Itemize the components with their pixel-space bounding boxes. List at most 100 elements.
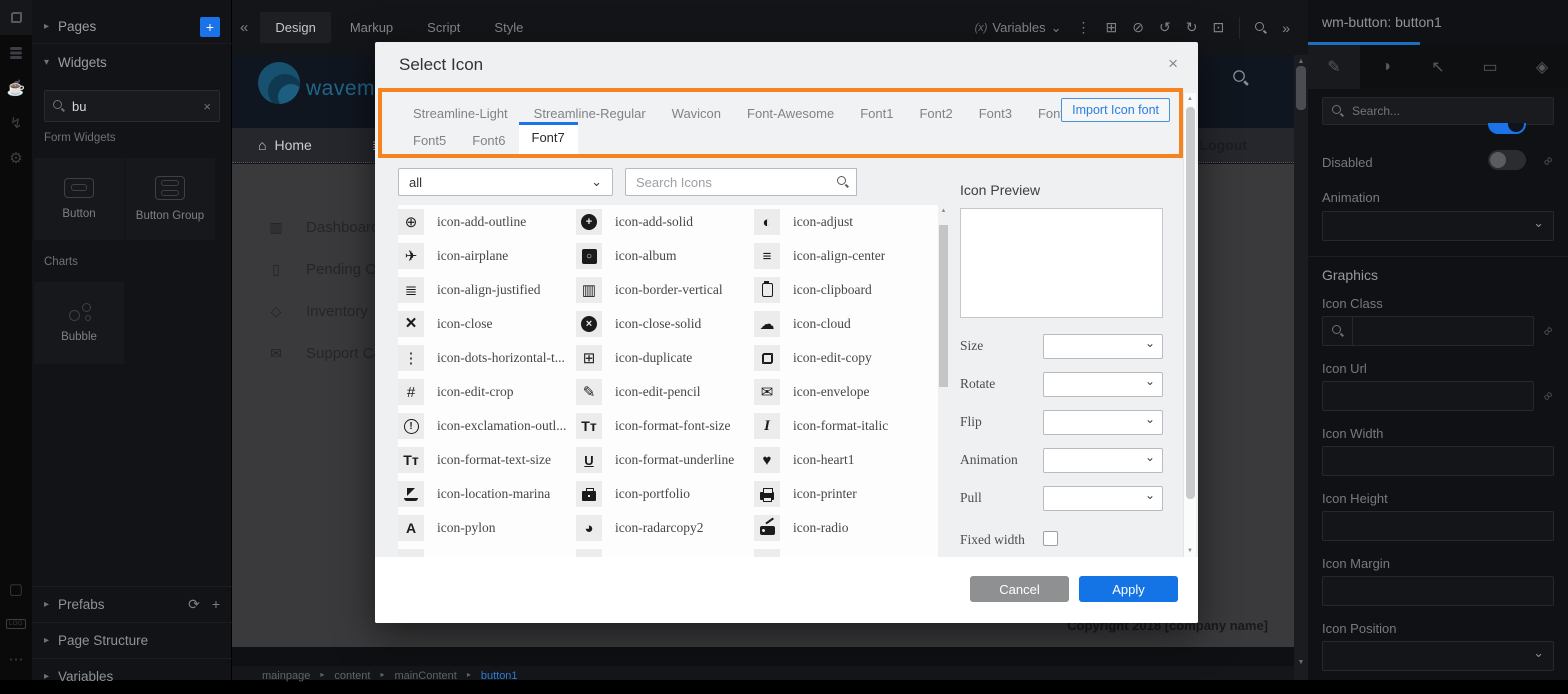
panel-tab-events[interactable]: ↖ [1412, 45, 1464, 89]
properties-search-input[interactable] [1352, 104, 1522, 118]
panel-tab-properties[interactable]: ✎ [1308, 45, 1360, 89]
icon-item-icon-edit-crop[interactable]: #icon-edit-crop [398, 375, 576, 409]
widget-search-input[interactable] [72, 99, 190, 114]
icon-font-tab-font1[interactable]: Font1 [847, 100, 906, 127]
icon-class-input[interactable] [1322, 316, 1534, 346]
refresh-icon[interactable]: ⟳ [188, 596, 200, 613]
fixed-width-checkbox[interactable] [1043, 531, 1058, 546]
rail-settings-button[interactable]: ⚙ [0, 140, 32, 175]
scroll-up-icon[interactable]: ▲ [1184, 96, 1196, 102]
icon-list-scrollbar-thumb[interactable] [939, 225, 948, 387]
icon-item-icon-format-italic[interactable]: Iicon-format-italic [754, 409, 932, 443]
icon-item-partial[interactable] [576, 545, 754, 557]
add-page-button[interactable]: + [200, 17, 220, 37]
breadcrumb-item-mainpage[interactable]: mainpage [262, 670, 310, 682]
icon-item-icon-close[interactable]: ×icon-close [398, 307, 576, 341]
icon-item-icon-edit-copy[interactable]: icon-edit-copy [754, 341, 932, 375]
panel-tab-devices[interactable]: ▭ [1464, 45, 1516, 89]
icon-item-icon-format-font-size[interactable]: Tтicon-format-font-size [576, 409, 754, 443]
pull-select[interactable] [1043, 486, 1163, 511]
dialog-scrollbar-thumb[interactable] [1186, 107, 1195, 499]
icon-item-icon-cloud[interactable]: ☁icon-cloud [754, 307, 932, 341]
icon-item-partial[interactable] [754, 545, 932, 557]
rotate-select[interactable] [1043, 372, 1163, 397]
icon-font-tab-font5[interactable]: Font5 [400, 127, 459, 154]
collapse-sidebar-icon[interactable]: « [240, 19, 248, 36]
rail-more-button[interactable]: ⋯ [0, 641, 32, 676]
icon-font-tab-streamline-light[interactable]: Streamline-Light [400, 100, 521, 127]
sidebar-item-page-structure[interactable]: ▸Page Structure [32, 622, 232, 658]
icon-search-input[interactable] [636, 175, 819, 190]
canvas-scrollbar-thumb[interactable] [1296, 66, 1306, 110]
icon-font-tab-font7[interactable]: Font7 [519, 122, 578, 154]
bind-icon-url-icon[interactable]: ∞ [1539, 387, 1556, 404]
icon-list-scrollbar[interactable]: ▲ [938, 205, 949, 554]
rail-logs-button[interactable]: LOG [0, 606, 32, 641]
tab-design[interactable]: Design [260, 12, 330, 43]
dialog-scrollbar[interactable]: ▲ ▼ [1183, 93, 1196, 557]
icon-item-icon-location-marina[interactable]: icon-location-marina [398, 477, 576, 511]
clear-search-icon[interactable]: × [203, 99, 211, 114]
preview-off-icon[interactable]: ⊘ [1132, 19, 1144, 36]
icon-item-icon-clipboard[interactable]: icon-clipboard [754, 273, 932, 307]
icon-item-icon-align-justified[interactable]: ≣icon-align-justified [398, 273, 576, 307]
sidebar-item-pages[interactable]: ▸ Pages + [32, 10, 232, 44]
icon-font-tab-font-awesome[interactable]: Font-Awesome [734, 100, 847, 127]
sidebar-item-variables[interactable]: ▸Variables [32, 658, 232, 694]
scroll-down-icon[interactable]: ▼ [1184, 548, 1196, 554]
icon-item-icon-radio[interactable]: icon-radio [754, 511, 932, 545]
plus-icon[interactable]: + [212, 596, 220, 613]
animation-select[interactable] [1043, 448, 1163, 473]
save-icon[interactable]: ⊡ [1212, 19, 1224, 36]
rail-apis-button[interactable]: ↯ [0, 105, 32, 140]
flip-select[interactable] [1043, 410, 1163, 435]
icon-category-select[interactable]: all ⌄ [398, 168, 613, 196]
close-dialog-icon[interactable]: × [1168, 54, 1178, 74]
breadcrumb-item-content[interactable]: content [334, 670, 370, 682]
layout-icon[interactable]: ⊞ [1106, 19, 1118, 36]
widget-tile-button-group[interactable]: Button Group [125, 158, 215, 240]
icon-item-icon-airplane[interactable]: ✈icon-airplane [398, 239, 576, 273]
size-select[interactable] [1043, 334, 1163, 359]
apply-button[interactable]: Apply [1079, 576, 1178, 602]
panel-tab-security[interactable]: ◈ [1516, 45, 1568, 89]
icon-item-icon-portfolio[interactable]: icon-portfolio [576, 477, 754, 511]
kebab-menu-icon[interactable]: ⋮ [1077, 19, 1091, 36]
rail-pages-button[interactable] [0, 0, 32, 35]
icon-item-icon-format-text-size[interactable]: Tтicon-format-text-size [398, 443, 576, 477]
scroll-up-icon[interactable]: ▲ [938, 208, 949, 214]
sidebar-item-prefabs[interactable]: ▸Prefabs⟳+ [32, 586, 232, 622]
icon-item-icon-pylon[interactable]: Aicon-pylon [398, 511, 576, 545]
icon-item-icon-radarcopy2[interactable]: ◕icon-radarcopy2 [576, 511, 754, 545]
icon-item-icon-add-solid[interactable]: +icon-add-solid [576, 205, 754, 239]
icon-item-partial[interactable] [398, 545, 576, 557]
icon-item-icon-edit-pencil[interactable]: ✎icon-edit-pencil [576, 375, 754, 409]
icon-height-input[interactable] [1322, 511, 1554, 541]
tab-markup[interactable]: Markup [335, 12, 408, 43]
icon-font-tab-font6[interactable]: Font6 [459, 127, 518, 154]
icon-item-icon-envelope[interactable]: ✉icon-envelope [754, 375, 932, 409]
breadcrumb-item-maincontent[interactable]: mainContent [394, 670, 456, 682]
rail-files-button[interactable]: ▢ [0, 571, 32, 606]
icon-width-input[interactable] [1322, 446, 1554, 476]
rail-java-services-button[interactable]: ☕ [0, 70, 32, 105]
icon-item-icon-printer[interactable]: icon-printer [754, 477, 932, 511]
canvas-scrollbar[interactable]: ▲ ▼ [1294, 55, 1308, 680]
icon-item-icon-add-outline[interactable]: ⊕icon-add-outline [398, 205, 576, 239]
icon-font-tab-wavicon[interactable]: Wavicon [659, 100, 734, 127]
menu-item-home[interactable]: ⌂ Home [258, 137, 312, 153]
icon-item-icon-format-underline[interactable]: Uicon-format-underline [576, 443, 754, 477]
icon-search-button[interactable] [829, 168, 857, 196]
scroll-down-icon[interactable]: ▼ [1294, 659, 1308, 666]
breadcrumb-item-button1[interactable]: button1 [481, 670, 518, 682]
bind-disabled-icon[interactable]: ∞ [1539, 152, 1556, 169]
bind-icon-class-icon[interactable]: ∞ [1539, 322, 1556, 339]
variables-dropdown[interactable]: (x)Variables⌄ [975, 20, 1062, 36]
rail-databases-button[interactable] [0, 35, 32, 70]
zoom-icon[interactable] [1255, 22, 1267, 34]
tab-script[interactable]: Script [412, 12, 475, 43]
widget-tile-button[interactable]: Button [34, 158, 124, 240]
disabled-toggle[interactable] [1488, 150, 1526, 170]
icon-item-icon-border-vertical[interactable]: ▥icon-border-vertical [576, 273, 754, 307]
icon-item-icon-album[interactable]: ○icon-album [576, 239, 754, 273]
